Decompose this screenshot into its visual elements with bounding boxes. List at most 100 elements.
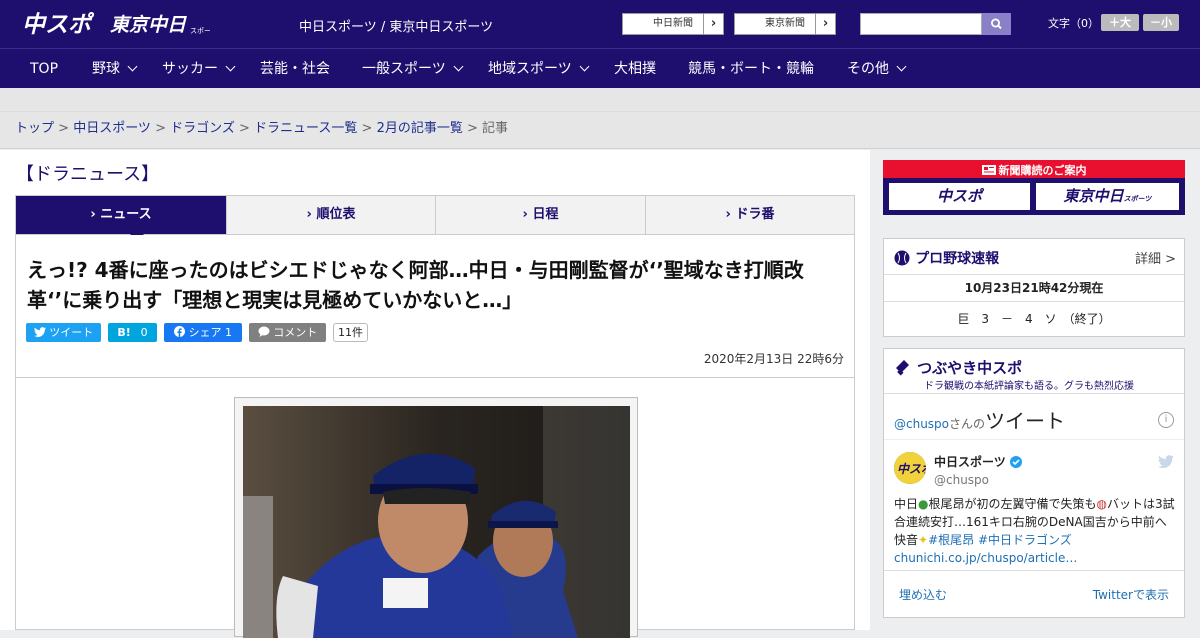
search-button[interactable] (982, 13, 1011, 35)
newspaper-icon (981, 165, 996, 175)
info-icon[interactable]: i (1158, 412, 1174, 428)
tweets-heading-suffix: さんの (949, 417, 986, 431)
tweet-hashtags[interactable]: #根尾昂 #中日ドラゴンズ (928, 533, 1072, 547)
section-title: 【ドラニュース】 (16, 164, 160, 185)
tsubuyaki-subtitle: ドラ観戦の本紙評論家も語る。グラも熱烈応援 (924, 381, 1134, 392)
nav-general-sports[interactable]: 一般スポーツ (362, 49, 464, 89)
breadcrumb-feb-list[interactable]: 2月の記事一覧 (377, 121, 463, 136)
nav-soccer[interactable]: サッカー (162, 49, 236, 89)
subscribe-tokyo-small: スポーツ (1123, 195, 1152, 203)
subscribe-tokyo-button[interactable]: 東京中日スポーツ (1035, 182, 1180, 211)
nav-keiba[interactable]: 競馬・ボート・競輪 (688, 49, 814, 89)
twitter-bird-icon (33, 327, 46, 337)
hatena-bookmark-button[interactable]: B! 0 (108, 323, 157, 342)
article-tabs: › ニュース › 順位表 › 日程 › ドラ番 (15, 195, 855, 241)
chevron-down-icon (127, 61, 138, 72)
article-photo[interactable] (243, 406, 630, 638)
nav-label: 野球 (92, 61, 120, 77)
subscribe-chuspo-label: 中スポ (936, 187, 982, 205)
tweet-text: 中日●根尾昂が初の左翼守備で失策も◍バットは3試合連続安打…161キロ右腕のDe… (894, 495, 1176, 567)
search-icon (990, 18, 1002, 30)
nav-label: 競馬・ボート・競輪 (688, 61, 814, 77)
nav-other[interactable]: その他 (847, 49, 907, 89)
subscription-heading: 新聞購読のご案内 (883, 162, 1185, 178)
hatena-icon: B! (117, 326, 131, 339)
spacer-strip (0, 88, 1200, 112)
hatena-count: 0 (140, 326, 148, 339)
tab-label: 順位表 (316, 207, 356, 222)
divider (884, 570, 1184, 571)
tweet-account-name[interactable]: 中日スポーツ (934, 453, 1022, 470)
tweet-account-handle[interactable]: @chuspo (934, 473, 989, 487)
comment-button[interactable]: コメント (249, 323, 326, 342)
facebook-share-button[interactable]: シェア 1 (164, 323, 242, 342)
chuspo-logo[interactable]: 中スポ (22, 10, 102, 38)
nav-baseball[interactable]: 野球 (92, 49, 138, 89)
tab-standings[interactable]: › 順位表 (227, 196, 436, 234)
baseball-score-row[interactable]: 巨 3 － 4 ソ （終了） (884, 301, 1184, 336)
breadcrumb-top[interactable]: トップ (15, 121, 54, 136)
twitter-bird-icon[interactable] (1158, 455, 1174, 468)
breadcrumb-current: 記事 (482, 121, 509, 136)
baseball-updated-time: 10月23日21時42分現在 (884, 274, 1184, 301)
nav-label: サッカー (162, 61, 218, 77)
font-decrease-button[interactable]: －小 (1143, 14, 1179, 31)
chevron-down-icon (225, 61, 236, 72)
tsubuyaki-title-text: つぶやき中スポ (917, 359, 1023, 377)
account-name-text: 中日スポーツ (934, 455, 1006, 469)
chevron-down-icon (453, 61, 464, 72)
breadcrumb-separator: > (462, 121, 483, 136)
tab-label: ニュース (100, 207, 152, 222)
breadcrumb: トップ > 中日スポーツ > ドラゴンズ > ドラニュース一覧 > 2月の記事一… (0, 112, 1200, 149)
baseball-emoji-icon: ◍ (1096, 497, 1107, 511)
tab-label: 日程 (532, 207, 559, 222)
tab-schedule[interactable]: › 日程 (436, 196, 646, 234)
divider (884, 439, 1184, 440)
comment-count[interactable]: 11件 (333, 323, 368, 342)
search-input[interactable] (860, 13, 982, 35)
site-links[interactable]: 中日スポーツ / 東京中日スポーツ (299, 16, 493, 35)
baseball-widget-title-text: プロ野球速報 (915, 251, 1000, 267)
twitter-widget: つぶやき中スポ ドラ観戦の本紙評論家も語る。グラも熱烈応援 @chuspoさんの… (883, 348, 1185, 618)
chunichi-shimbun-button[interactable]: 中日新聞 › (622, 13, 724, 35)
top-header: 中スポ 東京中日 スポーツ 中日スポーツ / 東京中日スポーツ 中日新聞 › 東… (0, 0, 1200, 48)
facebook-share-label: シェア (188, 326, 222, 339)
nav-top[interactable]: TOP (30, 49, 58, 89)
embed-link[interactable]: 埋め込む (899, 586, 947, 603)
tab-news[interactable]: › ニュース (16, 196, 227, 234)
svg-text:東京中日: 東京中日 (110, 14, 187, 36)
nav-entertainment[interactable]: 芸能・社会 (260, 49, 330, 89)
subscribe-chuspo-button[interactable]: 中スポ (888, 182, 1031, 211)
tweet-button[interactable]: ツイート (26, 323, 101, 342)
sparkles-emoji-icon: ✦ (918, 533, 929, 547)
tweet-link[interactable]: chunichi.co.jp/chuspo/article… (894, 551, 1077, 565)
font-increase-button[interactable]: ＋大 (1101, 14, 1139, 31)
tab-dora-ban[interactable]: › ドラ番 (646, 196, 854, 234)
dragon-emoji-icon: ● (918, 497, 929, 511)
baseball-widget-title: プロ野球速報 (894, 248, 999, 268)
baseball-more-link[interactable]: 詳細 > (1135, 248, 1176, 267)
divider (16, 377, 854, 378)
divider (884, 393, 1184, 394)
tokyo-chunichi-logo[interactable]: 東京中日 スポーツ (110, 12, 218, 36)
tsubuyaki-title: つぶやき中スポ (894, 357, 1022, 378)
megaphone-icon (896, 360, 909, 376)
tweet-label: ツイート (49, 326, 94, 339)
tab-label: ドラ番 (735, 207, 775, 222)
breadcrumb-chuspo[interactable]: 中日スポーツ (73, 121, 151, 136)
subscription-banner[interactable]: 新聞購読のご案内 中スポ 東京中日スポーツ (883, 160, 1185, 215)
baseball-icon (894, 250, 910, 266)
breadcrumb-dragons[interactable]: ドラゴンズ (170, 121, 235, 136)
tweet-text-part: 中日 (894, 497, 919, 511)
tweets-handle[interactable]: @chuspo (894, 417, 949, 431)
main-nav: TOP 野球 サッカー 芸能・社会 一般スポーツ 地域スポーツ 大相撲 競馬・ボ… (0, 48, 1200, 88)
nav-sumo[interactable]: 大相撲 (614, 49, 656, 89)
facebook-icon (174, 326, 185, 337)
nav-regional-sports[interactable]: 地域スポーツ (488, 49, 590, 89)
breadcrumb-separator: > (54, 121, 74, 136)
nav-label: TOP (30, 61, 59, 77)
avatar[interactable]: 中スポ (894, 452, 926, 484)
view-on-twitter-link[interactable]: Twitterで表示 (1093, 586, 1169, 603)
tokyo-shimbun-button[interactable]: 東京新聞 › (734, 13, 836, 35)
breadcrumb-dra-news-list[interactable]: ドラニュース一覧 (254, 121, 357, 136)
